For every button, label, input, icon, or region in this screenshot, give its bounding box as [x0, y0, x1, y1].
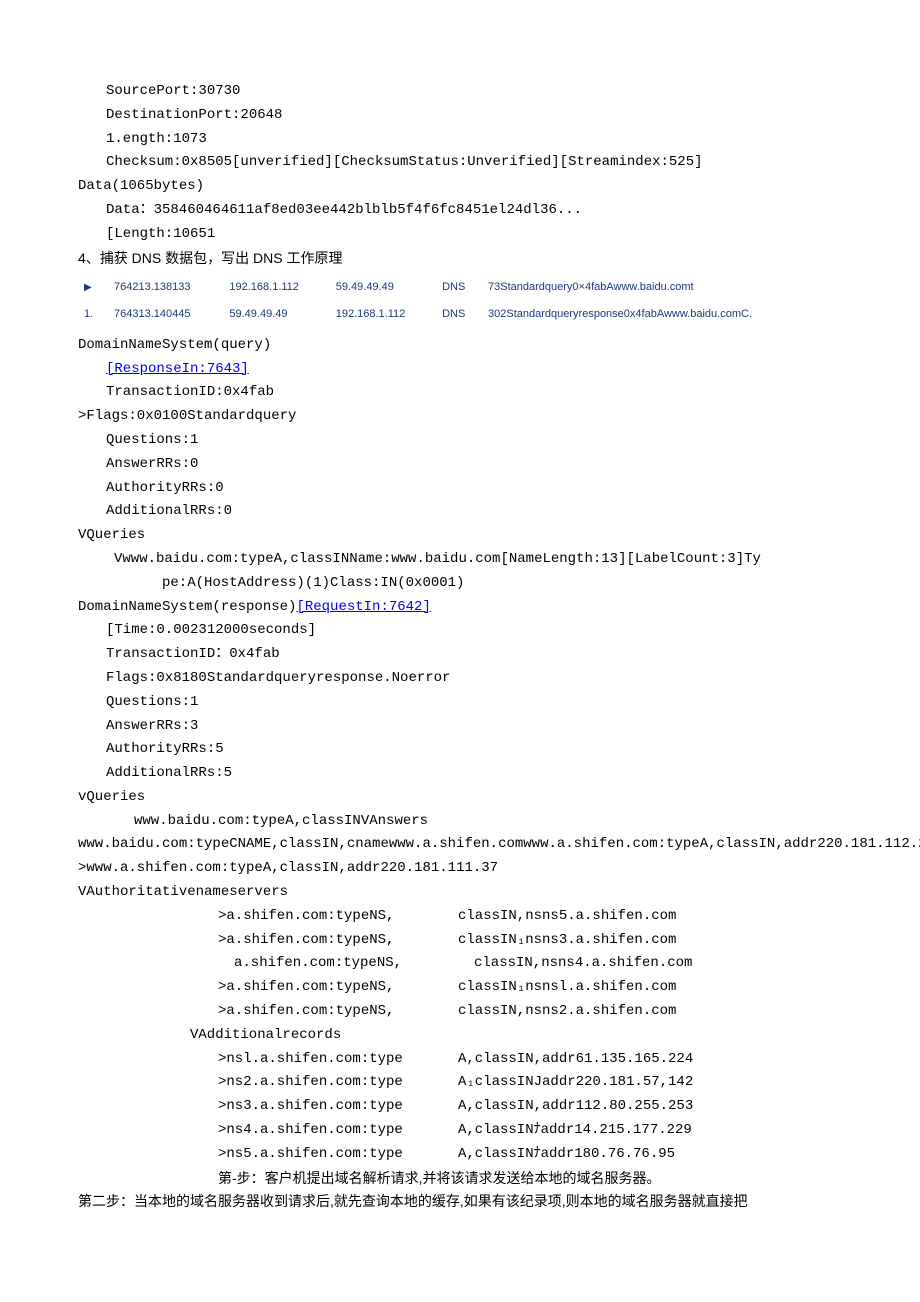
data-header: Data(1065bytes) — [78, 175, 842, 199]
pkt1-info: 73Standardquery0×4fabAwww.baidu.comt — [482, 274, 842, 301]
ns-record-row: a.shifen.com:typeNS,classIN,nsns4.a.shif… — [78, 952, 842, 976]
add-right: A,classIN,addr112.80.255.253 — [458, 1095, 693, 1119]
additional-record-row: >ns3.a.shifen.com:typeA,classIN,addr112.… — [78, 1095, 842, 1119]
step-2-text: 第二步：当本地的域名服务器收到请求后,就先查询本地的缓存,如果有该纪录项,则本地… — [78, 1190, 842, 1214]
resp-answer-2: >www.a.shifen.com:typeA,classIN,addr220.… — [78, 857, 842, 881]
add-right: A₁classINJaddr220.181.57,142 — [458, 1071, 693, 1095]
resp-answer-1: www.baidu.com:typeCNAME,classIN,cnamewww… — [78, 833, 842, 857]
query-answer-rrs: AnswerRRs:0 — [78, 453, 842, 477]
pkt1-proto: DNS — [436, 274, 482, 301]
add-left: >ns4.a.shifen.com:type — [78, 1119, 458, 1143]
resp-flags: Flags:0x8180Standardqueryresponse.Noerro… — [78, 667, 842, 691]
additional-record-row: >ns2.a.shifen.com:typeA₁classINJaddr220.… — [78, 1071, 842, 1095]
resp-query-line: www.baidu.com:typeA,classINVAnswers — [78, 810, 842, 834]
ns-right: classIN,nsns2.a.shifen.com — [458, 1000, 676, 1024]
udp-checksum: Checksum:0x8505[unverified][ChecksumStat… — [78, 151, 842, 175]
section-4-title: 4、捕获 DNS 数据包，写出 DNS 工作原理 — [78, 247, 842, 271]
add-left: >ns3.a.shifen.com:type — [78, 1095, 458, 1119]
pkt2-info: 302Standardqueryresponse0x4fabAwww.baidu… — [482, 301, 842, 328]
ns-left: >a.shifen.com:typeNS, — [78, 929, 458, 953]
additional-record-row: >ns5.a.shifen.com:typeA,classINﾅaddr180.… — [78, 1143, 842, 1167]
ns-left: a.shifen.com:typeNS, — [78, 952, 474, 976]
ns-right: classIN,nsns4.a.shifen.com — [474, 952, 692, 976]
add-right: A,classINﾅaddr14.215.177.229 — [458, 1119, 692, 1143]
row-number: 1. — [78, 301, 108, 328]
ns-left: >a.shifen.com:typeNS, — [78, 905, 458, 929]
request-in-link[interactable]: [RequestIn:7642] — [296, 599, 430, 615]
resp-answer-rrs: AnswerRRs:3 — [78, 715, 842, 739]
udp-source-port: SourcePort:30730 — [78, 80, 842, 104]
add-left: >ns2.a.shifen.com:type — [78, 1071, 458, 1095]
response-in-link[interactable]: [ResponseIn:7643] — [106, 361, 249, 377]
add-right: A,classIN,addr61.135.165.224 — [458, 1048, 693, 1072]
query-entry-line2: pe:A(HostAddress)(1)Class:IN(0x0001) — [78, 572, 842, 596]
query-txid: TransactionID:0x4fab — [78, 381, 842, 405]
dns-query-title: DomainNameSystem(query) — [78, 334, 842, 358]
expand-icon[interactable]: ▶ — [84, 279, 98, 296]
add-right: A,classINﾅaddr180.76.76.95 — [458, 1143, 675, 1167]
resp-txid: TransactionID：0x4fab — [78, 643, 842, 667]
ns-left: >a.shifen.com:typeNS, — [78, 1000, 458, 1024]
packet-row-1[interactable]: ▶ 764213.138133 192.168.1.112 59.49.49.4… — [78, 274, 842, 301]
query-auth-rrs: AuthorityRRs:0 — [78, 477, 842, 501]
udp-length: 1.ength:1073 — [78, 128, 842, 152]
additional-record-row: >ns4.a.shifen.com:typeA,classINﾅaddr14.2… — [78, 1119, 842, 1143]
pkt1-time: 764213.138133 — [108, 274, 223, 301]
data-hex: Data：358460464611af8ed03ee442blblb5f4f6f… — [78, 199, 842, 223]
query-add-rrs: AdditionalRRs:0 — [78, 500, 842, 524]
dns-response-title-line: DomainNameSystem(response)[RequestIn:764… — [78, 596, 842, 620]
step-1-text: 第-步：客户机提出域名解析请求,并将该请求发送给本地的域名服务器。 — [78, 1167, 842, 1191]
ns-record-row: >a.shifen.com:typeNS,classIN₁nsnsl.a.shi… — [78, 976, 842, 1000]
pkt2-proto: DNS — [436, 301, 482, 328]
data-length: [Length:10651 — [78, 223, 842, 247]
pkt1-src: 192.168.1.112 — [223, 274, 329, 301]
ns-record-row: >a.shifen.com:typeNS,classIN₁nsns3.a.shi… — [78, 929, 842, 953]
additional-record-row: >nsl.a.shifen.com:typeA,classIN,addr61.1… — [78, 1048, 842, 1072]
ns-record-row: >a.shifen.com:typeNS,classIN,nsns5.a.shi… — [78, 905, 842, 929]
auth-ns-label: VAuthoritativenameservers — [78, 881, 842, 905]
queries-label: VQueries — [78, 524, 842, 548]
add-left: >nsl.a.shifen.com:type — [78, 1048, 458, 1072]
query-entry-line1: Vwww.baidu.com:typeA,classINName:www.bai… — [78, 548, 842, 572]
pkt1-dst: 59.49.49.49 — [330, 274, 436, 301]
resp-time: [Time:0.002312000seconds] — [78, 619, 842, 643]
resp-add-rrs: AdditionalRRs:5 — [78, 762, 842, 786]
ns-right: classIN₁nsns3.a.shifen.com — [458, 929, 676, 953]
dns-response-title: DomainNameSystem(response) — [78, 599, 296, 615]
udp-dest-port: DestinationPort:20648 — [78, 104, 842, 128]
ns-right: classIN₁nsnsl.a.shifen.com — [458, 976, 676, 1000]
additional-records-label: VAdditionalrecords — [78, 1024, 842, 1048]
resp-auth-rrs: AuthorityRRs:5 — [78, 738, 842, 762]
query-flags: >Flags:0x0100Standardquery — [78, 405, 842, 429]
resp-questions: Questions:1 — [78, 691, 842, 715]
ns-left: >a.shifen.com:typeNS, — [78, 976, 458, 1000]
pkt2-time: 764313.140445 — [108, 301, 223, 328]
query-questions: Questions:1 — [78, 429, 842, 453]
pkt2-dst: 192.168.1.112 — [330, 301, 436, 328]
add-left: >ns5.a.shifen.com:type — [78, 1143, 458, 1167]
pkt2-src: 59.49.49.49 — [223, 301, 329, 328]
ns-record-row: >a.shifen.com:typeNS,classIN,nsns2.a.shi… — [78, 1000, 842, 1024]
ns-right: classIN,nsns5.a.shifen.com — [458, 905, 676, 929]
packet-list-table: ▶ 764213.138133 192.168.1.112 59.49.49.4… — [78, 274, 842, 327]
packet-row-2[interactable]: 1. 764313.140445 59.49.49.49 192.168.1.1… — [78, 301, 842, 328]
resp-queries-label: vQueries — [78, 786, 842, 810]
